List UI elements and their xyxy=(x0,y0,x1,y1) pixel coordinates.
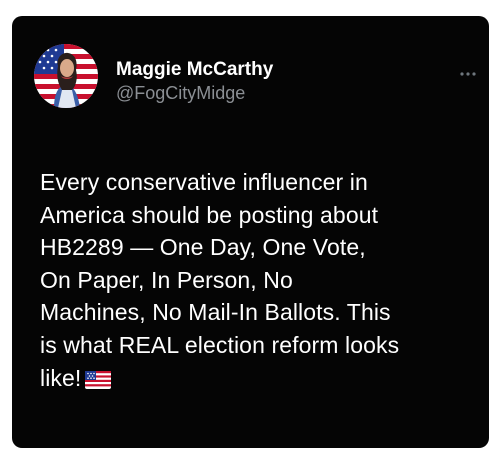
tweet-last-line: like! xyxy=(40,362,485,395)
tweet-line: On Paper, In Person, No xyxy=(40,266,293,293)
profile-photo-icon xyxy=(34,44,98,108)
tweet-line: Machines, No Mail-In Ballots. This xyxy=(40,299,391,326)
tweet-line: America should be posting about xyxy=(40,201,379,228)
tweet-line: is what REAL election reform looks xyxy=(40,331,400,358)
us-flag-icon xyxy=(85,365,112,389)
tweet-line: Every conservative influencer in xyxy=(40,169,368,195)
user-handle[interactable]: @FogCityMidge xyxy=(116,82,245,104)
display-name[interactable]: Maggie McCarthy xyxy=(116,59,273,81)
screenshot-page: Maggie McCarthy @FogCityMidge Every cons… xyxy=(0,0,500,462)
avatar[interactable] xyxy=(34,44,98,108)
tweet-body: Every conservative influencer in America… xyxy=(40,166,485,394)
more-options-icon[interactable] xyxy=(458,66,478,76)
tweet-line: like! xyxy=(40,364,82,391)
tweet-card[interactable]: Maggie McCarthy @FogCityMidge Every cons… xyxy=(12,16,489,448)
tweet-line: HB2289 — One Day, One Vote, xyxy=(40,234,366,261)
